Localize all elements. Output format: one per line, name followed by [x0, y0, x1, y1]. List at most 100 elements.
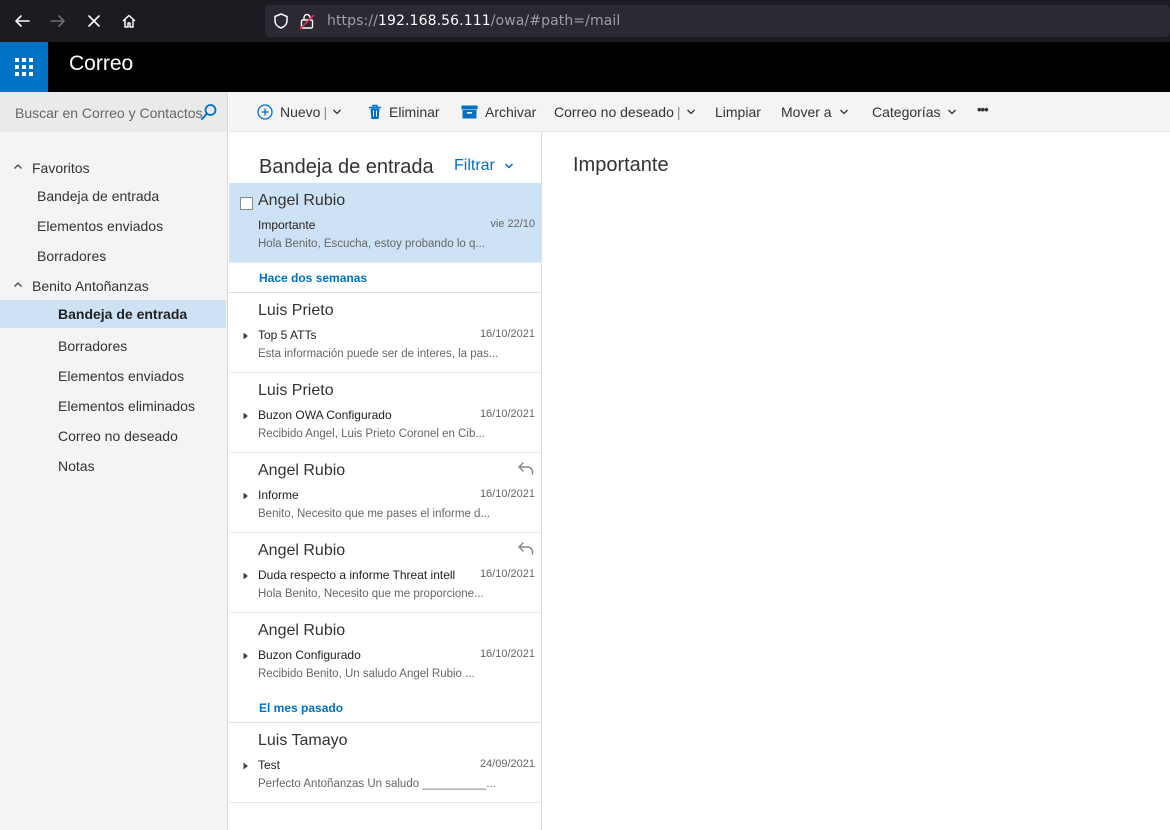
move-to-button[interactable]: Mover a	[781, 104, 849, 120]
junk-button[interactable]: Correo no deseado |	[554, 104, 696, 120]
folder-pane: Favoritos Bandeja de entrada Elementos e…	[0, 132, 228, 830]
expand-arrow-icon[interactable]	[243, 572, 249, 580]
divider: |	[676, 104, 681, 120]
move-to-label: Mover a	[781, 104, 832, 120]
expand-arrow-icon[interactable]	[243, 332, 249, 340]
app-title: Correo	[69, 52, 134, 75]
back-icon[interactable]	[11, 10, 33, 32]
favorites-header[interactable]: Favoritos	[0, 154, 226, 182]
categories-label: Categorías	[872, 104, 941, 120]
trash-icon	[368, 104, 382, 120]
categories-button[interactable]: Categorías	[872, 104, 957, 120]
folder-label: Elementos enviados	[58, 368, 185, 384]
delete-button[interactable]: Eliminar	[368, 104, 440, 120]
sweep-button[interactable]: Limpiar	[715, 104, 761, 120]
message-item[interactable]: Angel Rubio Buzon Configurado 16/10/2021…	[229, 613, 542, 693]
account-header[interactable]: Benito Antoñanzas	[0, 272, 226, 300]
folder-label: Notas	[58, 458, 95, 474]
message-subject: Duda respecto a informe Threat intelli	[258, 568, 456, 582]
message-date: 16/10/2021	[479, 568, 535, 580]
message-sender: Luis Tamayo	[258, 732, 348, 749]
message-sender: Angel Rubio	[258, 462, 346, 479]
message-subject: Importante	[258, 218, 316, 232]
url-text[interactable]: https://192.168.56.111/owa/#path=/mail	[327, 13, 620, 29]
folder-label: Elementos enviados	[37, 218, 164, 234]
home-icon[interactable]	[118, 10, 140, 32]
folder-notes[interactable]: Notas	[0, 452, 226, 480]
chevron-up-icon	[14, 282, 22, 287]
address-bar[interactable]: https://192.168.56.111/owa/#path=/mail	[265, 5, 1170, 37]
message-preview: Esta información puede ser de interes, l…	[258, 348, 499, 360]
forward-icon[interactable]	[47, 10, 69, 32]
list-title: Bandeja de entrada	[259, 156, 434, 178]
junk-label: Correo no deseado	[554, 104, 674, 120]
message-sender: Angel Rubio	[258, 622, 346, 639]
search-icon[interactable]	[200, 103, 218, 121]
chevron-up-icon	[14, 164, 22, 169]
message-subject: Buzon Configurado	[258, 648, 361, 662]
group-header: Hace dos semanas	[229, 263, 542, 293]
expand-arrow-icon[interactable]	[243, 762, 249, 770]
message-item[interactable]: Luis Prieto Top 5 ATTs 16/10/2021 Esta i…	[229, 293, 542, 373]
insecure-lock-icon[interactable]	[298, 12, 316, 30]
reading-subject: Importante	[573, 154, 669, 176]
message-list: Bandeja de entrada Filtrar Angel Rubio I…	[229, 132, 542, 830]
chevron-down-icon	[504, 163, 513, 169]
message-date: 16/10/2021	[479, 648, 535, 660]
message-date: 16/10/2021	[479, 488, 535, 500]
folder-drafts[interactable]: Borradores	[0, 332, 226, 360]
expand-arrow-icon[interactable]	[243, 652, 249, 660]
expand-arrow-icon[interactable]	[243, 492, 249, 500]
folder-junk[interactable]: Correo no deseado	[0, 422, 226, 450]
search-placeholder: Buscar en Correo y Contactos	[15, 105, 203, 121]
folder-label: Borradores	[37, 248, 107, 264]
favorite-drafts[interactable]: Borradores	[0, 242, 226, 270]
message-preview: Recibido Angel, Luis Prieto Coronel en C…	[258, 428, 485, 440]
archive-label: Archivar	[485, 104, 537, 120]
command-bar: Nuevo | Eliminar Archivar Correo no dese…	[229, 92, 1170, 132]
app-launcher-button[interactable]	[0, 42, 48, 92]
browser-toolbar: https://192.168.56.111/owa/#path=/mail	[0, 0, 1170, 42]
more-options-button[interactable]: •••	[977, 102, 989, 117]
chevron-down-icon[interactable]	[332, 107, 342, 117]
message-date: 24/09/2021	[479, 758, 535, 770]
plus-circle-icon	[257, 104, 273, 120]
filter-button[interactable]: Filtrar	[454, 157, 514, 175]
chevron-down-icon	[947, 107, 957, 117]
message-preview: Hola Benito, Escucha, estoy probando lo …	[258, 238, 485, 250]
message-item[interactable]: Angel Rubio Informe 16/10/2021 Benito, N…	[229, 453, 542, 533]
message-preview: Benito, Necesito que me pases el informe…	[258, 508, 491, 520]
group-header: El mes pasado	[229, 693, 542, 723]
message-subject: Test	[258, 758, 281, 772]
favorites-label: Favoritos	[32, 160, 90, 176]
message-subject: Informe	[258, 488, 299, 502]
new-button[interactable]: Nuevo |	[257, 104, 342, 120]
url-host: 192.168.56.111	[377, 13, 491, 29]
folder-label: Correo no deseado	[58, 428, 178, 444]
message-preview: Recibido Benito, Un saludo Angel Rubio .…	[258, 668, 475, 680]
message-item[interactable]: Angel Rubio Importante vie 22/10 Hola Be…	[229, 183, 542, 263]
chevron-down-icon[interactable]	[686, 107, 696, 117]
archive-button[interactable]: Archivar	[461, 104, 536, 120]
search-input[interactable]: Buscar en Correo y Contactos	[0, 92, 228, 132]
message-item[interactable]: Angel Rubio Duda respecto a informe Thre…	[229, 533, 542, 613]
shield-icon[interactable]	[272, 12, 290, 30]
select-checkbox[interactable]	[240, 197, 253, 210]
favorite-inbox[interactable]: Bandeja de entrada	[0, 182, 226, 210]
folder-sent[interactable]: Elementos enviados	[0, 362, 226, 390]
message-sender: Angel Rubio	[258, 542, 346, 559]
message-sender: Luis Prieto	[258, 302, 334, 319]
group-label: Hace dos semanas	[259, 271, 368, 285]
expand-arrow-icon[interactable]	[243, 412, 249, 420]
stop-loading-icon[interactable]	[83, 10, 105, 32]
group-label: El mes pasado	[259, 701, 344, 715]
folder-inbox[interactable]: Bandeja de entrada	[0, 300, 226, 328]
folder-deleted[interactable]: Elementos eliminados	[0, 392, 226, 420]
message-item[interactable]: Luis Prieto Buzon OWA Configurado 16/10/…	[229, 373, 542, 453]
message-date: 16/10/2021	[479, 408, 535, 420]
message-date: vie 22/10	[490, 218, 535, 230]
delete-label: Eliminar	[389, 104, 440, 120]
favorite-sent[interactable]: Elementos enviados	[0, 212, 226, 240]
message-item[interactable]: Luis Tamayo Test 24/09/2021 Perfecto Ant…	[229, 723, 542, 803]
chevron-down-icon	[839, 107, 849, 117]
